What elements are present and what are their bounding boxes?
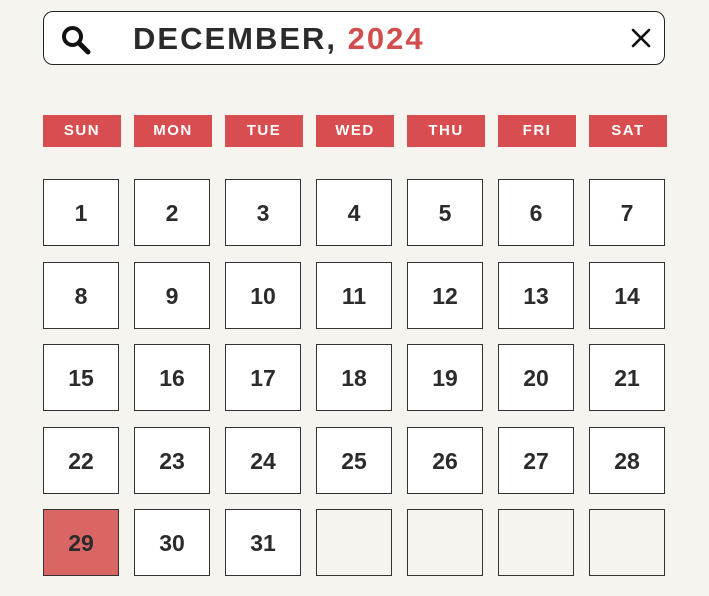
day-cell-20[interactable]: 20: [498, 344, 574, 411]
weekday-thu: THU: [407, 115, 485, 147]
weekday-wed: WED: [316, 115, 394, 147]
weekday-mon: MON: [134, 115, 212, 147]
day-cell-26[interactable]: 26: [407, 426, 483, 494]
day-cell-9[interactable]: 9: [134, 261, 210, 329]
weekday-header-row: SUN MON TUE WED THU FRI SAT: [43, 115, 668, 147]
day-cell-28[interactable]: 28: [589, 426, 665, 494]
day-cell-29[interactable]: 29: [43, 509, 119, 576]
day-cell-3[interactable]: 3: [225, 179, 301, 246]
weekday-tue: TUE: [225, 115, 303, 147]
empty-day-cell: [589, 509, 665, 576]
close-icon[interactable]: [630, 27, 652, 49]
day-cell-5[interactable]: 5: [407, 179, 483, 246]
day-cell-25[interactable]: 25: [316, 426, 392, 494]
day-cell-14[interactable]: 14: [589, 261, 665, 329]
day-cell-8[interactable]: 8: [43, 261, 119, 329]
day-cell-30[interactable]: 30: [134, 509, 210, 576]
day-cell-17[interactable]: 17: [225, 344, 301, 411]
search-icon[interactable]: [60, 24, 92, 56]
empty-day-cell: [316, 509, 392, 576]
weekday-sat: SAT: [589, 115, 667, 147]
day-cell-19[interactable]: 19: [407, 344, 483, 411]
day-cell-13[interactable]: 13: [498, 261, 574, 329]
empty-day-cell: [498, 509, 574, 576]
day-cell-7[interactable]: 7: [589, 179, 665, 246]
weekday-fri: FRI: [498, 115, 576, 147]
day-cell-2[interactable]: 2: [134, 179, 210, 246]
day-cell-27[interactable]: 27: [498, 426, 574, 494]
empty-day-cell: [407, 509, 483, 576]
day-cell-18[interactable]: 18: [316, 344, 392, 411]
day-cell-15[interactable]: 15: [43, 344, 119, 411]
day-cell-31[interactable]: 31: [225, 509, 301, 576]
calendar-grid: 1 2 3 4 5 6 7 8 9 10 11 12 13 14 15 16 17 18 19 20 21 22 23 24 2…: [43, 179, 669, 579]
day-cell-22[interactable]: 22: [43, 426, 119, 494]
search-bar[interactable]: DECEMBER, 2024: [43, 11, 665, 65]
day-cell-6[interactable]: 6: [498, 179, 574, 246]
search-query-text[interactable]: DECEMBER, 2024: [133, 20, 425, 58]
day-cell-12[interactable]: 12: [407, 261, 483, 329]
day-cell-1[interactable]: 1: [43, 179, 119, 246]
search-month: DECEMBER,: [133, 21, 338, 56]
day-cell-21[interactable]: 21: [589, 344, 665, 411]
day-cell-10[interactable]: 10: [225, 261, 301, 329]
day-cell-23[interactable]: 23: [134, 426, 210, 494]
weekday-sun: SUN: [43, 115, 121, 147]
day-cell-16[interactable]: 16: [134, 344, 210, 411]
day-cell-24[interactable]: 24: [225, 426, 301, 494]
day-cell-11[interactable]: 11: [316, 261, 392, 329]
search-year: 2024: [347, 21, 425, 56]
day-cell-4[interactable]: 4: [316, 179, 392, 246]
